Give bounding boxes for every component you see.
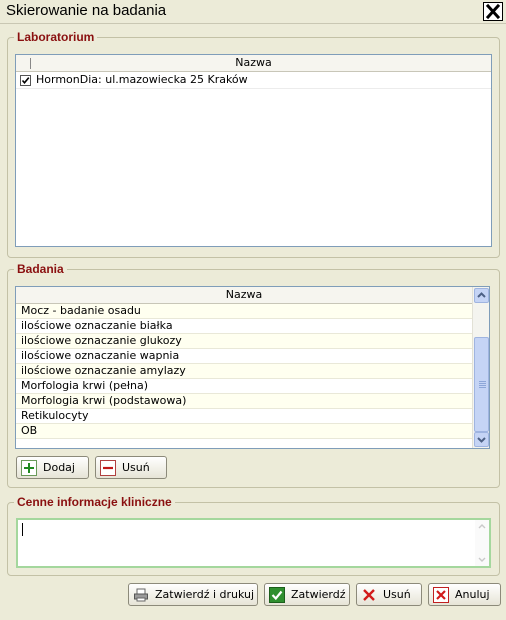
scroll-down-button[interactable] (474, 432, 489, 447)
tests-scrollbar[interactable] (472, 287, 489, 448)
delete-button[interactable]: Usuń (356, 583, 422, 606)
laboratory-row[interactable]: HormonDia: ul.mazowiecka 25 Kraków (16, 72, 491, 89)
test-row[interactable]: Retikulocyty (16, 409, 472, 424)
test-row[interactable]: Mocz - badanie osadu (16, 304, 472, 319)
confirm-button[interactable]: Zatwierdź (264, 583, 350, 606)
close-button[interactable] (483, 2, 503, 21)
laboratory-checkbox[interactable] (20, 74, 31, 86)
cancel-button[interactable]: Anuluj (428, 583, 501, 606)
laboratory-legend: Laboratorium (17, 30, 95, 44)
test-row[interactable]: ilościowe oznaczanie amylazy (16, 364, 472, 379)
test-row[interactable]: Morfologia krwi (pełna) (16, 379, 472, 394)
check-icon (269, 586, 285, 603)
laboratory-column-header[interactable]: Nazwa (16, 55, 491, 72)
scroll-thumb[interactable] (474, 337, 489, 432)
laboratory-name: HormonDia: ul.mazowiecka 25 Kraków (36, 73, 248, 86)
clinical-scrollbar[interactable] (475, 520, 489, 566)
clinical-info-textarea[interactable] (16, 518, 491, 568)
scroll-up-button[interactable] (474, 288, 489, 303)
confirm-print-button[interactable]: Zatwierdź i drukuj (128, 583, 258, 606)
test-row[interactable]: ilościowe oznaczanie białka (16, 319, 472, 334)
tests-legend: Badania (17, 262, 64, 276)
test-row[interactable]: ilościowe oznaczanie glukozy (16, 334, 472, 349)
cancel-icon (433, 586, 449, 603)
chevron-down-icon (475, 433, 488, 446)
tests-grid[interactable]: Nazwa Mocz - badanie osadu ilościowe ozn… (15, 286, 490, 449)
test-row[interactable]: OB (16, 424, 472, 439)
test-row[interactable]: ilościowe oznaczanie wapnia (16, 349, 472, 364)
chevron-up-icon (475, 289, 488, 302)
title-bar: Skierowanie na badania (0, 0, 506, 24)
plus-icon (21, 459, 37, 476)
test-row[interactable]: Morfologia krwi (podstawowa) (16, 394, 472, 409)
minus-icon (100, 459, 116, 476)
tests-column-header[interactable]: Nazwa (16, 287, 472, 304)
clinical-legend: Cenne informacje kliniczne (17, 495, 172, 509)
text-caret (22, 523, 23, 536)
laboratory-grid[interactable]: Nazwa HormonDia: ul.mazowiecka 25 Kraków (15, 54, 492, 247)
x-icon (361, 587, 377, 603)
printer-icon (133, 587, 149, 603)
close-icon (484, 3, 502, 20)
tests-list: Mocz - badanie osadu ilościowe oznaczani… (16, 304, 472, 439)
remove-test-button[interactable]: Usuń (95, 456, 167, 479)
window-title: Skierowanie na badania (6, 2, 167, 19)
add-test-button[interactable]: Dodaj (16, 456, 89, 479)
